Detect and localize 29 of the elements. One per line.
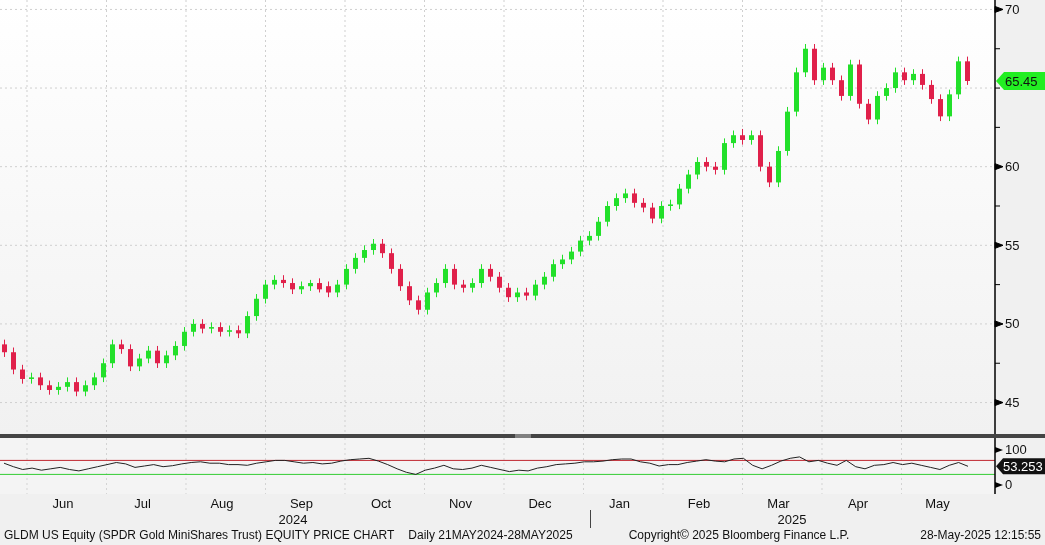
- axis-label: 55: [1005, 237, 1020, 253]
- axis-label: 60: [1005, 159, 1020, 175]
- month-label: Apr: [847, 496, 869, 511]
- month-label: Jan: [609, 496, 630, 511]
- axis-label: 100: [1005, 442, 1027, 458]
- month-label: May: [925, 496, 950, 511]
- month-label: Aug: [210, 496, 234, 511]
- axis-label: 45: [1005, 395, 1020, 411]
- timestamp: 28-May-2025 12:15:55: [920, 528, 1041, 542]
- month-label: Mar: [767, 496, 790, 511]
- month-label: Feb: [687, 496, 711, 511]
- axis-label: 0: [1005, 477, 1013, 493]
- month-label: Jun: [52, 496, 74, 511]
- year-label: 2025: [777, 512, 807, 527]
- axis-label: 70: [1005, 1, 1020, 17]
- copyright-text: Copyright© 2025 Bloomberg Finance L.P.: [628, 528, 850, 542]
- date-range: Daily 21MAY2024-28MAY2025: [408, 528, 573, 542]
- chart-description: GLDM US Equity (SPDR Gold MiniShares Trust) EQUITY PRICE CHART: [4, 528, 395, 542]
- month-label: Jul: [134, 496, 151, 511]
- last-value-tag: 53.253: [996, 458, 1045, 475]
- month-label: Dec: [528, 496, 552, 511]
- month-label: Oct: [370, 496, 392, 511]
- month-label: Sep: [289, 496, 314, 511]
- month-label: Nov: [448, 496, 473, 511]
- resize-handle-icon[interactable]: [514, 434, 531, 438]
- last-price-tag: 65.45: [996, 72, 1045, 90]
- year-label: 2024: [278, 512, 308, 527]
- indicator-axis: [994, 438, 1003, 494]
- axis-label: 50: [1005, 316, 1020, 332]
